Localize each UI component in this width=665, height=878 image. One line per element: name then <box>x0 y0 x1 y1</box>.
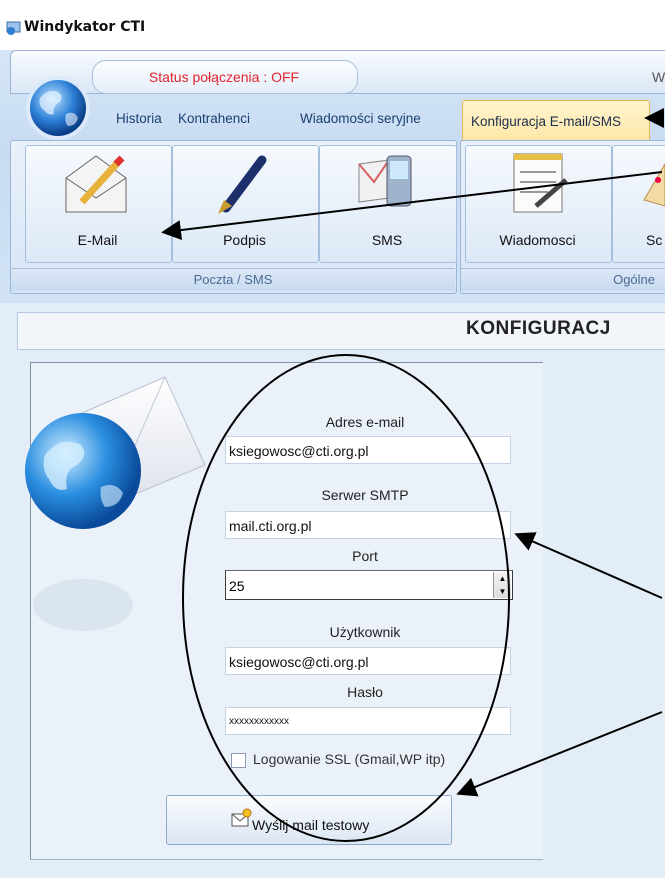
annotation-overlay <box>161 108 664 842</box>
